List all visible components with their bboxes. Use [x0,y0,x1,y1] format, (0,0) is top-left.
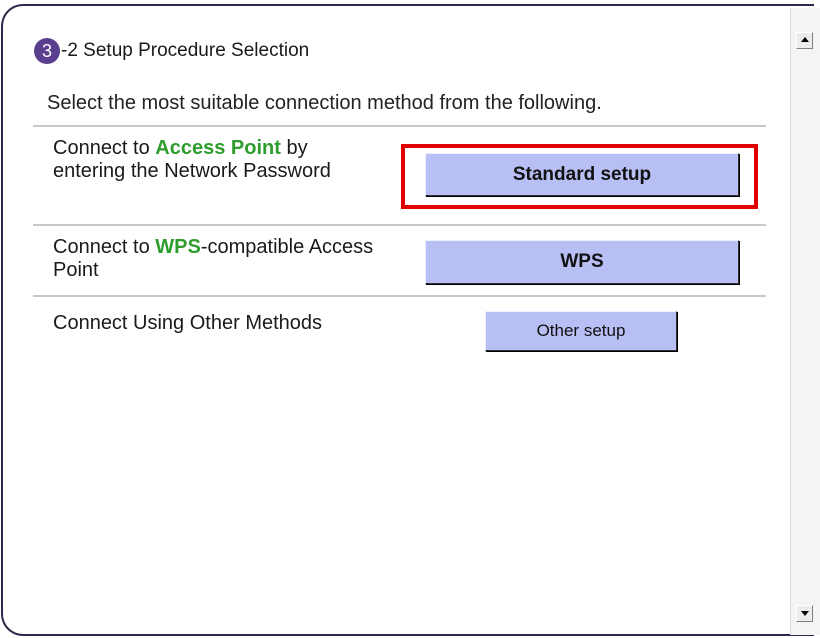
option-label-text: Connect to [53,137,156,159]
arrow-up-icon [801,37,809,42]
option-label-text: Connect to [53,236,156,258]
wps-button[interactable]: WPS [425,240,739,284]
option-label-highlight: WPS [155,236,201,258]
divider [33,125,766,127]
callout-highlight-box [401,144,758,209]
option-label-other-methods: Connect Using Other Methods [53,312,323,334]
instruction-text: Select the most suitable connection meth… [47,92,602,114]
divider [33,224,766,226]
arrow-down-icon [801,611,809,616]
section-title-text: -2 Setup Procedure Selection [61,40,310,61]
step-number-badge: 3 [34,38,60,64]
other-setup-button[interactable]: Other setup [485,311,677,351]
option-label-access-point: Connect to Access Point by entering the … [53,137,383,183]
option-label-wps: Connect to WPS-compatible Access Point [53,236,383,282]
section-title: 3 -2 Setup Procedure Selection [34,38,309,64]
divider [33,295,766,297]
vertical-scrollbar[interactable] [790,8,820,635]
option-label-highlight: Access Point [155,137,281,159]
scroll-up-button[interactable] [796,32,813,49]
scroll-down-button[interactable] [796,605,813,622]
